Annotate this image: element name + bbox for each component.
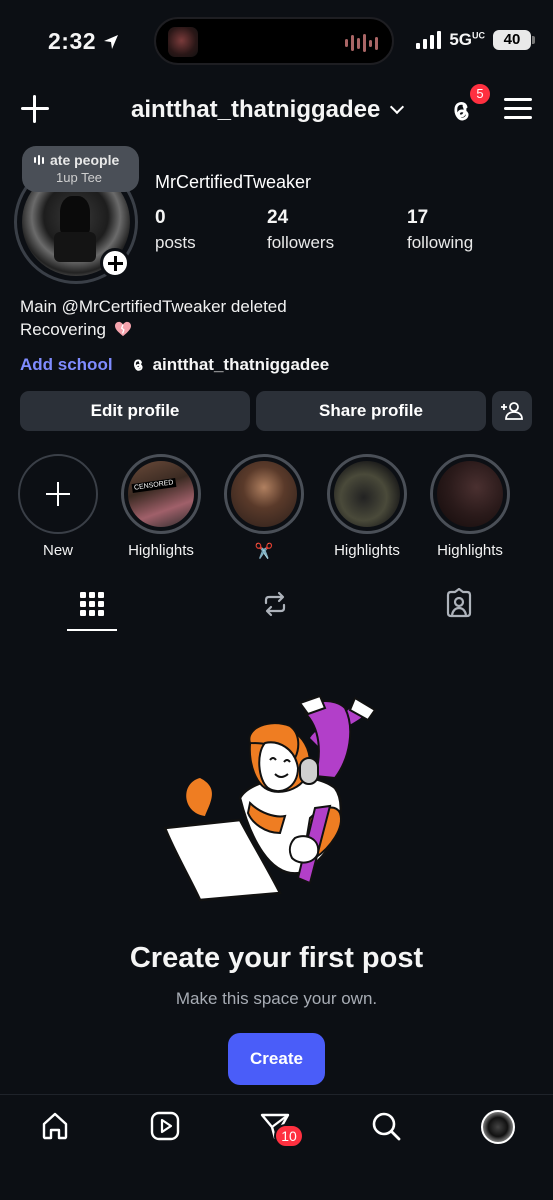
nav-home[interactable] — [39, 1110, 71, 1142]
grid-icon — [80, 592, 104, 616]
network-label: 5GUC — [449, 30, 485, 49]
status-time: 2:32 — [48, 28, 120, 55]
home-icon — [42, 1112, 68, 1140]
threads-badge: 5 — [468, 82, 492, 106]
repost-icon — [264, 591, 286, 617]
time-text: 2:32 — [48, 28, 97, 54]
discover-people-button[interactable] — [492, 391, 532, 431]
active-tab-indicator — [67, 629, 117, 631]
add-school-link[interactable]: Add school — [20, 355, 113, 375]
menu-icon[interactable] — [504, 98, 532, 120]
reels-icon — [150, 1111, 180, 1141]
threads-profile-link[interactable]: aintthat_thatniggadee — [129, 355, 329, 375]
threads-button[interactable]: 5 — [446, 82, 492, 126]
highlight-item[interactable]: ✂️ — [219, 454, 309, 560]
nav-reels[interactable] — [149, 1110, 181, 1142]
add-person-icon — [501, 402, 523, 420]
highlight-item[interactable]: Highlights — [425, 454, 515, 559]
account-switcher[interactable]: aintthat_thatniggadee — [131, 96, 405, 124]
stat-followers[interactable]: 24 followers — [267, 207, 334, 253]
edit-profile-button[interactable]: Edit profile — [20, 391, 250, 431]
highlight-cover — [334, 461, 400, 527]
highlight-item[interactable]: CENSORED Highlights — [116, 454, 206, 559]
stat-posts[interactable]: 0 posts — [155, 207, 196, 253]
empty-state-subtitle: Make this space your own. — [175, 989, 378, 1008]
header-username: aintthat_thatniggadee — [131, 96, 381, 123]
signal-icon — [416, 31, 442, 49]
location-arrow-icon — [104, 34, 119, 49]
scissors-label: ✂️ — [254, 543, 274, 560]
create-post-button[interactable]: Create — [228, 1033, 325, 1085]
highlight-new[interactable]: New — [13, 454, 103, 559]
music-wave-icon — [34, 155, 44, 165]
note-bubble[interactable]: ate people 1up Tee — [22, 146, 139, 192]
share-profile-button[interactable]: Share profile — [256, 391, 486, 431]
audio-wave-icon — [345, 33, 378, 53]
mending-heart-icon — [114, 321, 131, 337]
bio: Main @MrCertifiedTweaker deleted Recover… — [20, 295, 287, 341]
nav-profile-avatar[interactable] — [481, 1110, 515, 1144]
status-indicators: 5GUC 40 — [416, 30, 535, 50]
threads-icon — [133, 359, 143, 371]
profile-header: aintthat_thatniggadee 5 — [0, 82, 553, 134]
stat-following[interactable]: 17 following — [407, 207, 473, 253]
empty-state-title: Create your first post — [129, 942, 424, 974]
plus-icon — [18, 454, 98, 534]
note-artist: 1up Tee — [56, 170, 103, 185]
profile-links: Add school aintthat_thatniggadee — [20, 355, 329, 375]
tab-reposts[interactable] — [259, 588, 291, 620]
add-story-icon[interactable] — [100, 248, 130, 278]
display-name: MrCertifiedTweaker — [155, 172, 312, 192]
dynamic-island[interactable] — [154, 17, 394, 65]
bio-line: Recovering — [20, 320, 106, 339]
note-text: ate people — [50, 152, 120, 168]
create-post-illustration — [163, 694, 377, 902]
battery-icon: 40 — [493, 30, 535, 50]
highlight-item[interactable]: Highlights — [322, 454, 412, 559]
highlight-cover — [437, 461, 503, 527]
highlight-cover: CENSORED — [128, 461, 194, 527]
create-plus-icon[interactable] — [20, 94, 50, 124]
bio-line: Main @MrCertifiedTweaker deleted — [20, 297, 287, 316]
tab-grid[interactable] — [76, 588, 108, 620]
status-bar: 2:32 5GUC 40 — [0, 0, 553, 80]
messages-badge: 10 — [274, 1124, 304, 1148]
chevron-down-icon — [390, 99, 405, 115]
search-icon — [372, 1112, 401, 1141]
highlight-cover — [231, 461, 297, 527]
now-playing-artwork — [168, 27, 198, 57]
tab-tagged[interactable] — [443, 587, 475, 620]
tagged-user-icon — [446, 587, 472, 618]
nav-search[interactable] — [370, 1110, 402, 1142]
